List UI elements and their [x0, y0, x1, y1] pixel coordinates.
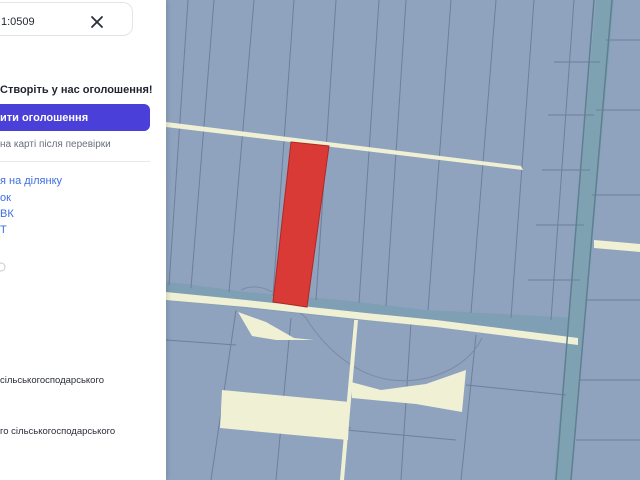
purpose-text-1: сільськогосподарського	[0, 375, 105, 386]
create-listing-label: ити оголошення	[0, 112, 89, 124]
create-listing-button[interactable]: ити оголошення	[0, 104, 150, 131]
moderation-hint: на карті після перевірки	[0, 139, 111, 150]
cadastral-search-field[interactable]: 1:0509	[0, 2, 133, 36]
link-item-3[interactable]: ВК	[0, 208, 14, 220]
close-icon[interactable]	[89, 14, 105, 30]
info-icon[interactable]	[0, 262, 6, 272]
link-item-4[interactable]: Т	[0, 224, 7, 236]
link-parcel-info[interactable]: я на ділянку	[0, 175, 62, 187]
map-canvas[interactable]	[166, 0, 640, 480]
promo-title: Створіть у нас оголошення!	[0, 84, 153, 96]
search-value[interactable]: 1:0509	[1, 16, 35, 28]
purpose-text-2: го сільськогосподарського	[0, 426, 116, 437]
divider	[0, 161, 150, 162]
link-item-2[interactable]: ок	[0, 192, 11, 204]
cadastral-map[interactable]	[166, 0, 640, 480]
side-panel: 1:0509 Створіть у нас оголошення! ити ог…	[0, 0, 166, 480]
